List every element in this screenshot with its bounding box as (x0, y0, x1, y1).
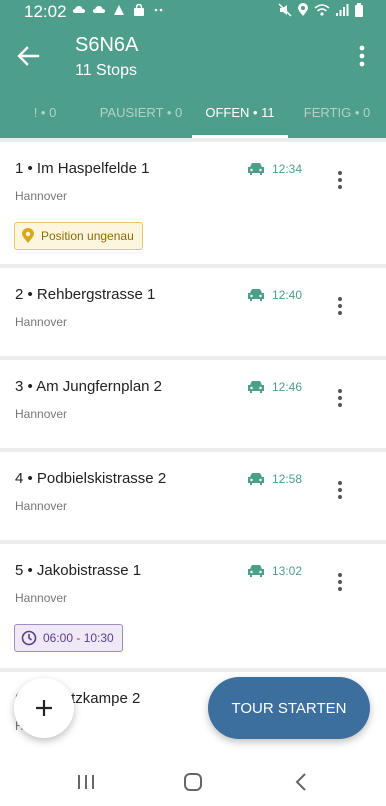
tab-offen[interactable]: OFFEN • 11 (192, 100, 288, 138)
stop-city: Hannover (15, 189, 68, 203)
app-bar: S6N6A 11 Stops ! • 0 PAUSIERT • 0 OFFEN … (0, 24, 386, 138)
more-vertical-icon[interactable] (334, 572, 346, 592)
list-item[interactable]: 3 • Am Jungfernplan 2 Hannover 12:46 (0, 360, 386, 448)
battery-icon (355, 3, 363, 17)
recent-apps-icon[interactable] (74, 772, 98, 792)
status-bar: 12:02 (0, 0, 386, 24)
page-subtitle: 11 Stops (75, 62, 137, 79)
status-badge: Position ungenau (14, 222, 143, 250)
stop-city: Hannover (15, 315, 68, 329)
stop-title: 5 • Jakobistrasse 1 (15, 562, 142, 579)
page-title: S6N6A (75, 34, 139, 56)
list-item[interactable]: 2 • Rehbergstrasse 1 Hannover 12:40 (0, 268, 386, 356)
status-time: 12:02 (24, 2, 67, 21)
time-window-badge: 06:00 - 10:30 (14, 624, 123, 652)
car-icon (248, 473, 264, 485)
more-vertical-icon[interactable] (334, 388, 346, 408)
stop-city: Hannover (15, 499, 68, 513)
car-icon (248, 565, 264, 577)
list-item[interactable]: 5 • Jakobistrasse 1 Hannover 13:02 06:00… (0, 544, 386, 668)
badge-text: Position ungenau (41, 229, 134, 243)
stop-title: 2 • Rehbergstrasse 1 (15, 286, 156, 303)
stop-title: 1 • Im Haspelfelde 1 (15, 160, 150, 177)
stop-title: 4 • Podbielskistrasse 2 (15, 470, 167, 487)
stop-time: 12:40 (272, 288, 303, 302)
shopping-bag-icon (134, 3, 144, 16)
more-vertical-icon[interactable] (334, 296, 346, 316)
badge-text: 06:00 - 10:30 (43, 631, 114, 645)
tab-pausiert[interactable]: PAUSIERT • 0 (90, 100, 192, 138)
home-icon[interactable] (181, 772, 205, 792)
status-left-icons (72, 3, 166, 17)
list-item[interactable]: 4 • Podbielskistrasse 2 Hannover 12:58 (0, 452, 386, 540)
stop-city: Hannover (15, 407, 68, 421)
start-tour-button[interactable]: TOUR STARTEN (208, 677, 370, 739)
arrow-left-icon[interactable] (14, 42, 42, 70)
more-dots-icon (154, 8, 163, 12)
cloud-icon (73, 6, 85, 13)
screen: 12:02 S6N6A 11 Stops ! • 0 PAUSIERT • 0 (0, 0, 386, 806)
stop-title: 3 • Am Jungfernplan 2 (15, 378, 163, 395)
list-item[interactable]: 1 • Im Haspelfelde 1 Hannover 12:34 Posi… (0, 142, 386, 264)
tab-alerts[interactable]: ! • 0 (0, 100, 90, 138)
add-stop-button[interactable] (14, 678, 74, 738)
stop-list: 1 • Im Haspelfelde 1 Hannover 12:34 Posi… (0, 142, 386, 766)
back-icon[interactable] (290, 772, 314, 792)
clock-icon (21, 630, 37, 646)
mute-icon (278, 3, 292, 17)
tab-bar: ! • 0 PAUSIERT • 0 OFFEN • 11 FERTIG • 0 (0, 100, 386, 138)
location-pin-icon (22, 228, 34, 243)
car-icon (248, 163, 264, 175)
more-vertical-icon[interactable] (334, 170, 346, 190)
signal-icon (336, 4, 349, 16)
stop-city: Hannover (15, 591, 68, 605)
car-icon (248, 381, 264, 393)
more-vertical-icon[interactable] (334, 480, 346, 500)
stop-time: 12:58 (272, 472, 303, 486)
status-right-icons (278, 3, 364, 17)
stop-time: 12:46 (272, 380, 303, 394)
tab-fertig[interactable]: FERTIG • 0 (288, 100, 386, 138)
app-icon (114, 5, 124, 15)
wifi-icon (314, 4, 330, 16)
plus-icon (36, 700, 52, 716)
system-nav-bar (0, 758, 386, 806)
car-icon (248, 289, 264, 301)
cloud-icon (93, 6, 105, 13)
stop-time: 12:34 (272, 162, 303, 176)
stop-time: 13:02 (272, 564, 303, 578)
more-vertical-icon[interactable] (352, 42, 372, 70)
location-icon (298, 3, 308, 16)
